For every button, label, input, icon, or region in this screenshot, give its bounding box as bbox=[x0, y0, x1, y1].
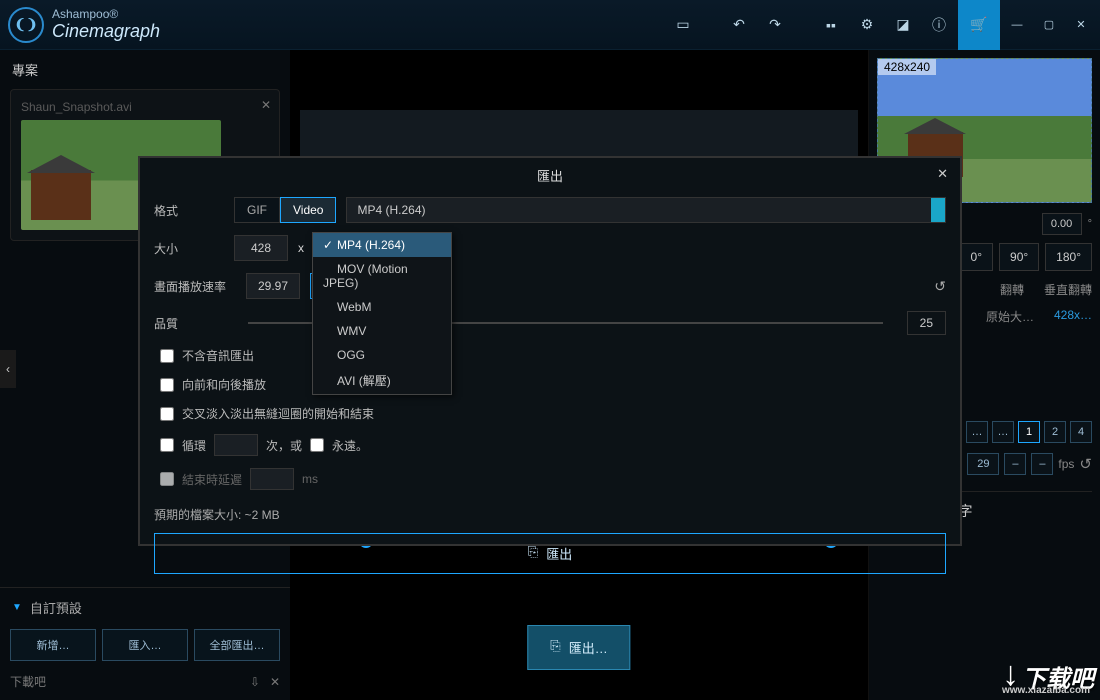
cart-icon[interactable]: 🛒 bbox=[958, 0, 1000, 50]
export-icon: ⎘ bbox=[550, 638, 560, 657]
dialog-close-icon[interactable]: ✕ bbox=[937, 166, 948, 182]
chk-no-audio-label: 不含音訊匯出 bbox=[182, 347, 254, 364]
codec-option-mov[interactable]: MOV (Motion JPEG) bbox=[313, 257, 451, 295]
brand: ❨❩ Ashampoo® Cinemagraph bbox=[8, 7, 160, 43]
close-window-button[interactable]: ✕ bbox=[1066, 11, 1096, 39]
codec-option-webm[interactable]: WebM bbox=[313, 295, 451, 319]
ms-label: ms bbox=[302, 472, 318, 486]
fps-reset-icon[interactable]: ↺ bbox=[934, 278, 946, 295]
chk-loop-label: 循環 bbox=[182, 437, 206, 454]
delay-input bbox=[250, 468, 294, 490]
chk-crossfade-label: 交叉淡入淡出無縫迴圈的開始和結束 bbox=[182, 405, 374, 422]
fps-minus[interactable]: – bbox=[1004, 453, 1026, 475]
original-size-label: 原始大… bbox=[986, 308, 1034, 325]
download-label: 下載吧 bbox=[10, 673, 46, 690]
size-label: 大小 bbox=[154, 240, 224, 257]
note-icon[interactable]: ◪ bbox=[886, 8, 920, 42]
chk-crossfade[interactable] bbox=[160, 407, 174, 421]
preset-new-button[interactable]: 新增… bbox=[10, 629, 96, 661]
rotate-90-button[interactable]: 90° bbox=[999, 243, 1039, 271]
select-caret-icon bbox=[931, 198, 945, 222]
sidebar-header: 專案 bbox=[0, 50, 290, 89]
download-close-icon[interactable]: ✕ bbox=[270, 675, 280, 689]
chk-pingpong-label: 向前和向後播放 bbox=[182, 376, 266, 393]
flip-h-button[interactable]: 翻轉 bbox=[1000, 281, 1024, 298]
chk-forever[interactable] bbox=[310, 438, 324, 452]
dialog-export-button[interactable]: ⎘ 匯出 bbox=[154, 533, 946, 574]
project-name: Shaun_Snapshot.avi bbox=[21, 100, 269, 114]
size-x: x bbox=[298, 241, 304, 255]
dialog-title: 匯出 bbox=[140, 158, 960, 193]
info-icon[interactable]: ⓘ bbox=[922, 8, 956, 42]
preview-dimensions-tag: 428x240 bbox=[878, 59, 936, 75]
brand-line1: Ashampoo® bbox=[52, 7, 160, 21]
codec-select[interactable]: MP4 (H.264) bbox=[346, 197, 946, 223]
dialog-fps-input[interactable]: 29.97 bbox=[246, 273, 300, 299]
presets-header[interactable]: ▼ 自訂預設 bbox=[0, 587, 290, 623]
brand-line2: Cinemagraph bbox=[52, 21, 160, 42]
fps-label: 畫面播放速率 bbox=[154, 278, 236, 295]
fps-minus2[interactable]: – bbox=[1031, 453, 1053, 475]
codec-option-avi[interactable]: AVI (解壓) bbox=[313, 367, 451, 394]
watermark: ↓ 下载吧 www.xiazaiba.com bbox=[1002, 655, 1094, 694]
preset-import-button[interactable]: 匯入… bbox=[102, 629, 188, 661]
maximize-button[interactable]: ▢ bbox=[1034, 11, 1064, 39]
codec-dropdown: ✓MP4 (H.264) MOV (Motion JPEG) WebM WMV … bbox=[312, 232, 452, 395]
rotate-0-button[interactable]: 0° bbox=[960, 243, 993, 271]
comment-icon[interactable]: ▪▪ bbox=[814, 8, 848, 42]
format-video-tab[interactable]: Video bbox=[280, 197, 336, 223]
grid-btn-2[interactable]: … bbox=[992, 421, 1014, 443]
loop-times-label: 次，或 bbox=[266, 437, 302, 454]
export-dialog: 匯出 ✕ 格式 GIF Video MP4 (H.264) 大小 428 x 2… bbox=[138, 156, 962, 546]
download-icon[interactable]: ⇩ bbox=[250, 675, 260, 689]
original-size-link[interactable]: 428x… bbox=[1054, 308, 1092, 325]
grid-btn-4x[interactable]: 4 bbox=[1070, 421, 1092, 443]
download-row: 下載吧 ⇩ ✕ bbox=[0, 667, 290, 700]
chk-delay bbox=[160, 472, 174, 486]
fps-unit: fps bbox=[1058, 457, 1074, 471]
chk-no-audio[interactable] bbox=[160, 349, 174, 363]
project-close-icon[interactable]: ✕ bbox=[261, 98, 271, 112]
quality-value: 25 bbox=[907, 311, 946, 335]
chk-loop[interactable] bbox=[160, 438, 174, 452]
redo-icon[interactable]: ↷ bbox=[758, 8, 792, 42]
minimize-button[interactable]: — bbox=[1002, 11, 1032, 39]
format-gif-tab[interactable]: GIF bbox=[234, 197, 280, 223]
grid-btn-1[interactable]: … bbox=[966, 421, 988, 443]
loop-count-input[interactable] bbox=[214, 434, 258, 456]
codec-option-mp4[interactable]: ✓MP4 (H.264) bbox=[313, 233, 451, 257]
sidebar-collapse-tab[interactable]: ‹ bbox=[0, 350, 16, 388]
format-label: 格式 bbox=[154, 202, 224, 219]
chk-pingpong[interactable] bbox=[160, 378, 174, 392]
rotate-180-button[interactable]: 180° bbox=[1045, 243, 1092, 271]
presets-label: 自訂預設 bbox=[30, 598, 82, 617]
open-folder-icon[interactable]: ▭ bbox=[666, 8, 700, 42]
preset-export-all-button[interactable]: 全部匯出… bbox=[194, 629, 280, 661]
fps-reset-icon[interactable]: ↺ bbox=[1079, 455, 1092, 473]
codec-option-ogg[interactable]: OGG bbox=[313, 343, 451, 367]
codec-selected-label: MP4 (H.264) bbox=[357, 203, 425, 217]
chk-delay-label: 結束時延遲 bbox=[182, 471, 242, 488]
title-bar: ❨❩ Ashampoo® Cinemagraph ▭ ↶ ↷ ▪▪ ⚙ ◪ ⓘ … bbox=[0, 0, 1100, 50]
approx-filesize: 預期的檔案大小: ~2 MB bbox=[154, 502, 946, 533]
quality-label: 品質 bbox=[154, 315, 224, 332]
app-logo-icon: ❨❩ bbox=[8, 7, 44, 43]
width-input[interactable]: 428 bbox=[234, 235, 288, 261]
rotation-unit: ° bbox=[1088, 218, 1092, 230]
chk-forever-label: 永遠。 bbox=[332, 437, 368, 454]
fps-value-box[interactable]: 29 bbox=[967, 453, 999, 475]
settings-gear-icon[interactable]: ⚙ bbox=[850, 8, 884, 42]
rotation-value[interactable]: 0.00 bbox=[1042, 213, 1082, 235]
export-out-icon: ⎘ bbox=[528, 544, 538, 563]
main-export-button[interactable]: ⎘ 匯出… bbox=[527, 625, 630, 670]
grid-btn-1x[interactable]: 1 bbox=[1018, 421, 1040, 443]
codec-option-wmv[interactable]: WMV bbox=[313, 319, 451, 343]
collapse-chevron-icon: ▼ bbox=[12, 602, 22, 613]
flip-v-button[interactable]: 垂直翻轉 bbox=[1044, 281, 1092, 298]
undo-icon[interactable]: ↶ bbox=[722, 8, 756, 42]
grid-btn-2x[interactable]: 2 bbox=[1044, 421, 1066, 443]
